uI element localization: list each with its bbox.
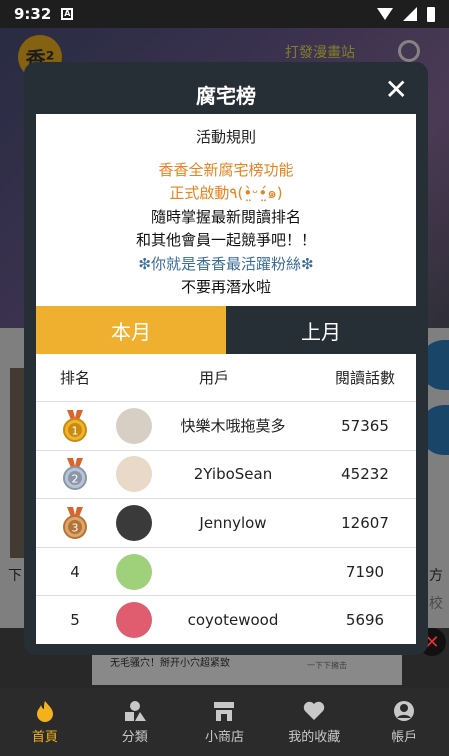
tab-this-month[interactable]: 本月	[36, 306, 226, 354]
avatar[interactable]	[116, 504, 152, 541]
nav-store[interactable]: 小商店	[180, 688, 270, 756]
rank-number: 4	[70, 562, 80, 581]
table-row[interactable]: 3 Jennylow 12607	[36, 499, 416, 548]
close-icon[interactable]: ✕	[385, 76, 408, 104]
column-header-reads: 閱讀話數	[334, 369, 395, 387]
fire-icon	[33, 700, 57, 722]
table-row[interactable]: 5 coyotewood 5696	[36, 596, 416, 644]
modal-body: 活動規則 香香全新腐宅榜功能 正式啟動٩(•̤̀ᵕ•̤́๑) 隨時掌握最新閱讀排…	[36, 114, 416, 644]
nav-category[interactable]: 分類	[90, 688, 180, 756]
read-count: 45232	[341, 465, 389, 484]
rules-line: 正式啟動٩(•̤̀ᵕ•̤́๑)	[169, 184, 283, 202]
period-tabs: 本月 上月	[36, 306, 416, 354]
nav-label: 帳戶	[391, 729, 418, 745]
table-header: 排名 用戶 閱讀話數	[36, 354, 416, 402]
modal-title: 腐宅榜	[196, 84, 256, 108]
rank-number: 2	[72, 473, 79, 486]
avatar[interactable]	[116, 602, 152, 639]
read-count: 12607	[341, 513, 389, 532]
store-icon	[212, 700, 236, 722]
status-bar: 9:32 A	[0, 0, 449, 28]
table-row[interactable]: 4 7190	[36, 548, 416, 597]
username: 快樂木哦拖莫多	[180, 417, 286, 436]
table-row[interactable]: 2 2YiboSean 45232	[36, 451, 416, 500]
bottom-nav: 首頁 分類 小商店 我的收藏 帳戶	[0, 688, 449, 756]
avatar[interactable]	[116, 407, 152, 444]
read-count: 5696	[345, 611, 385, 630]
rank-number: 5	[70, 611, 80, 630]
heart-icon	[302, 700, 326, 722]
wifi-icon	[377, 8, 393, 20]
rules-section: 活動規則 香香全新腐宅榜功能 正式啟動٩(•̤̀ᵕ•̤́๑) 隨時掌握最新閱讀排…	[36, 114, 416, 306]
username: coyotewood	[187, 611, 279, 630]
rank-cell: 3	[36, 506, 114, 539]
battery-icon	[427, 6, 435, 22]
table-row[interactable]: 1 快樂木哦拖莫多 57365	[36, 402, 416, 451]
ranking-modal: 腐宅榜 ✕ 活動規則 香香全新腐宅榜功能 正式啟動٩(•̤̀ᵕ•̤́๑) 隨時掌…	[24, 62, 428, 655]
gold-medal-icon: 1	[63, 409, 87, 442]
ranking-table: 1 快樂木哦拖莫多 57365 2 2YiboSean 45232 3 Jennylow 126…	[36, 402, 416, 644]
silver-medal-icon: 2	[63, 458, 87, 491]
nav-label: 我的收藏	[288, 729, 341, 745]
user-icon	[392, 700, 416, 722]
column-header-user: 用戶	[198, 369, 229, 387]
tab-last-month[interactable]: 上月	[226, 306, 416, 354]
rank-cell: 1	[36, 409, 114, 442]
nav-account[interactable]: 帳戶	[359, 688, 449, 756]
avatar[interactable]	[116, 553, 152, 590]
rank-cell: 4	[36, 563, 114, 581]
nav-label: 小商店	[204, 729, 244, 745]
rules-heading: 活動規則	[195, 128, 256, 146]
rules-line: 和其他會員一起競爭吧！！	[135, 231, 316, 249]
rank-cell: 2	[36, 458, 114, 491]
read-count: 57365	[341, 416, 389, 435]
column-header-rank: 排名	[59, 369, 90, 387]
rules-line: 香香全新腐宅榜功能	[158, 160, 294, 179]
shapes-icon	[123, 700, 147, 722]
status-time: 9:32	[14, 5, 52, 23]
username: Jennylow	[199, 513, 267, 532]
bronze-medal-icon: 3	[63, 506, 87, 539]
avatar[interactable]	[116, 456, 152, 493]
rules-line: 隨時掌握最新閱讀排名	[150, 207, 301, 226]
rank-number: 3	[72, 521, 79, 534]
signal-icon	[403, 7, 417, 21]
nav-favorites[interactable]: 我的收藏	[269, 688, 359, 756]
rules-line: ❇你就是香香最活躍粉絲❇	[138, 254, 314, 273]
rank-cell: 5	[36, 611, 114, 629]
nav-label: 分類	[121, 729, 148, 745]
nav-label: 首頁	[31, 729, 58, 745]
username: 2YiboSean	[193, 465, 273, 484]
read-count: 7190	[345, 562, 385, 581]
rules-line: 不要再潛水啦	[180, 278, 271, 296]
notification-icon: A	[61, 8, 74, 20]
rank-number: 1	[72, 424, 79, 437]
nav-home[interactable]: 首頁	[0, 688, 90, 756]
